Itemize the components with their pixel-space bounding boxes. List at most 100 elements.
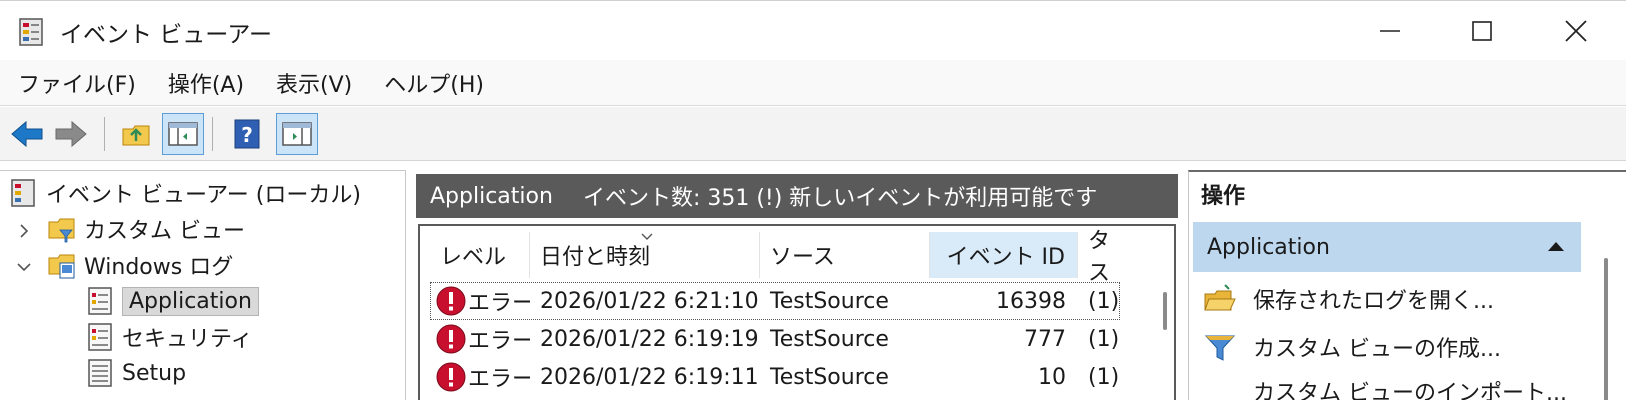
cell-datetime: 2026/01/22 6:19:11 [540, 364, 759, 390]
help-button[interactable]: ? [226, 113, 268, 155]
scrollbar-thumb[interactable] [1163, 292, 1167, 330]
log-header-name: Application [430, 183, 553, 209]
toolbar: ? [0, 107, 1626, 161]
tree-custom-views-label: カスタム ビュー [84, 219, 245, 244]
column-header-datetime-label: 日付と時刻 [540, 245, 651, 270]
up-folder-icon [122, 125, 150, 146]
cell-level: エラー [468, 367, 530, 392]
folder-logs-icon [48, 254, 75, 279]
log-icon [88, 287, 112, 315]
error-icon [436, 324, 466, 354]
menu-action[interactable]: 操作(A) [156, 61, 256, 105]
scrollbar-thumb[interactable] [1604, 258, 1608, 400]
window-title: イベント ビューアー [60, 22, 273, 48]
cell-source: TestSource [770, 288, 889, 314]
cell-event-id: 10 [1038, 364, 1066, 390]
column-header-source[interactable]: ソース [760, 232, 930, 278]
tree-item-root[interactable]: イベント ビューアー (ローカル) [10, 175, 361, 211]
forward-arrow-icon [55, 120, 87, 148]
help-icon: ? [234, 119, 260, 149]
event-viewer-app-icon [19, 18, 43, 46]
menu-file[interactable]: ファイル(F) [6, 61, 148, 105]
event-grid-scrollbar[interactable] [1160, 282, 1170, 400]
error-icon [436, 362, 466, 392]
table-row[interactable]: エラー 2026/01/22 6:19:19 TestSource 777 (1… [430, 320, 1120, 358]
menu-bar: ファイル(F) 操作(A) 表示(V) ヘルプ(H) [0, 60, 1626, 106]
table-row[interactable]: エラー 2026/01/22 6:19:11 TestSource 10 (1) [430, 358, 1120, 396]
show-hide-action-icon [282, 122, 312, 146]
tree-item-windows-logs[interactable]: Windows ログ [48, 247, 233, 283]
table-row[interactable]: エラー 2026/01/22 6:21:10 TestSource 16398 … [430, 282, 1120, 320]
toolbar-separator [212, 117, 213, 151]
actions-section-header[interactable]: Application [1193, 222, 1581, 272]
log-header-info: イベント数: 351 (!) 新しいイベントが利用可能です [582, 186, 1098, 211]
tree-item-security[interactable]: セキュリティ [86, 319, 253, 355]
tree-windows-logs-label: Windows ログ [84, 255, 234, 280]
tree-item-custom-views[interactable]: カスタム ビュー [48, 211, 245, 247]
column-header-task[interactable]: タス [1078, 229, 1120, 286]
cell-task: (1) [1088, 364, 1120, 390]
event-viewer-window: イベント ビューアー ファイル(F) 操作(A) 表示(V) ヘルプ(H) ? … [0, 0, 1626, 400]
column-header-event-id[interactable]: イベント ID [930, 232, 1078, 278]
action-label: 保存されたログを開く... [1253, 289, 1494, 314]
filter-icon [1204, 335, 1236, 361]
folder-filter-icon [48, 218, 75, 243]
actions-section-label: Application [1207, 234, 1330, 260]
log-list-icon [88, 359, 112, 387]
maximize-button[interactable] [1436, 1, 1528, 61]
close-icon [1565, 20, 1587, 42]
back-button[interactable] [6, 113, 48, 155]
cell-event-id: 777 [1024, 326, 1066, 352]
cell-source: TestSource [770, 326, 889, 352]
grid-rows: エラー 2026/01/22 6:21:10 TestSource 16398 … [430, 282, 1120, 396]
log-header: Application イベント数: 351 (!) 新しいイベントが利用可能で… [416, 174, 1178, 218]
svg-text:?: ? [241, 123, 253, 147]
cell-event-id: 16398 [996, 288, 1066, 314]
minimize-button[interactable] [1344, 1, 1436, 61]
menu-help[interactable]: ヘルプ(H) [372, 61, 496, 105]
forward-button[interactable] [50, 113, 92, 155]
back-arrow-icon [11, 120, 43, 148]
action-open-saved-log[interactable]: 保存されたログを開く... [1203, 276, 1494, 322]
up-folder-button[interactable] [116, 113, 158, 155]
maximize-icon [1472, 21, 1492, 41]
tree-item-application[interactable]: Application [86, 283, 259, 319]
action-label: カスタム ビューのインポート... [1253, 381, 1567, 400]
collapse-triangle-icon [1548, 242, 1564, 251]
cell-level: エラー [468, 291, 530, 316]
tree-item-setup[interactable]: Setup [86, 355, 186, 391]
cell-datetime: 2026/01/22 6:19:19 [540, 326, 759, 352]
close-button[interactable] [1530, 1, 1622, 61]
column-header-datetime[interactable]: 日付と時刻 [530, 232, 760, 278]
cell-task: (1) [1088, 326, 1120, 352]
tree-setup-label: Setup [122, 360, 187, 386]
cell-source: TestSource [770, 364, 889, 390]
tree-root-label: イベント ビューアー (ローカル) [46, 183, 361, 208]
open-folder-icon [1204, 284, 1236, 311]
event-grid: レベル 日付と時刻 ソース イベント ID タス エラー 2026/01/22 … [418, 224, 1176, 400]
event-viewer-icon [11, 179, 35, 207]
tree-application-label: Application [122, 286, 259, 316]
sort-descending-icon [641, 233, 653, 240]
navigation-tree: イベント ビューアー (ローカル) カスタム ビュー Windows ログ Ap… [0, 170, 406, 400]
action-create-custom-view[interactable]: カスタム ビューの作成... [1203, 324, 1501, 370]
actions-scrollbar[interactable] [1601, 258, 1611, 400]
cell-level: エラー [468, 329, 530, 354]
actions-pane: 操作 Application 保存されたログを開く... カスタム ビューの作成… [1188, 170, 1626, 400]
minimize-icon [1380, 30, 1400, 32]
log-icon [88, 323, 112, 351]
show-hide-tree-button[interactable] [162, 113, 204, 155]
column-header-level[interactable]: レベル [430, 232, 530, 278]
error-icon [436, 286, 466, 316]
event-list-pane: Application イベント数: 351 (!) 新しいイベントが利用可能で… [412, 170, 1182, 400]
import-icon [1203, 374, 1237, 400]
chevron-down-icon[interactable] [14, 257, 34, 277]
chevron-right-icon[interactable] [14, 221, 34, 241]
cell-task: (1) [1088, 288, 1120, 314]
show-hide-action-button[interactable] [276, 113, 318, 155]
menu-view[interactable]: 表示(V) [264, 61, 364, 105]
toolbar-separator [104, 117, 105, 151]
title-bar[interactable]: イベント ビューアー [0, 0, 1626, 60]
actions-title: 操作 [1201, 184, 1246, 209]
action-import-custom-view[interactable]: カスタム ビューのインポート... [1203, 368, 1567, 400]
